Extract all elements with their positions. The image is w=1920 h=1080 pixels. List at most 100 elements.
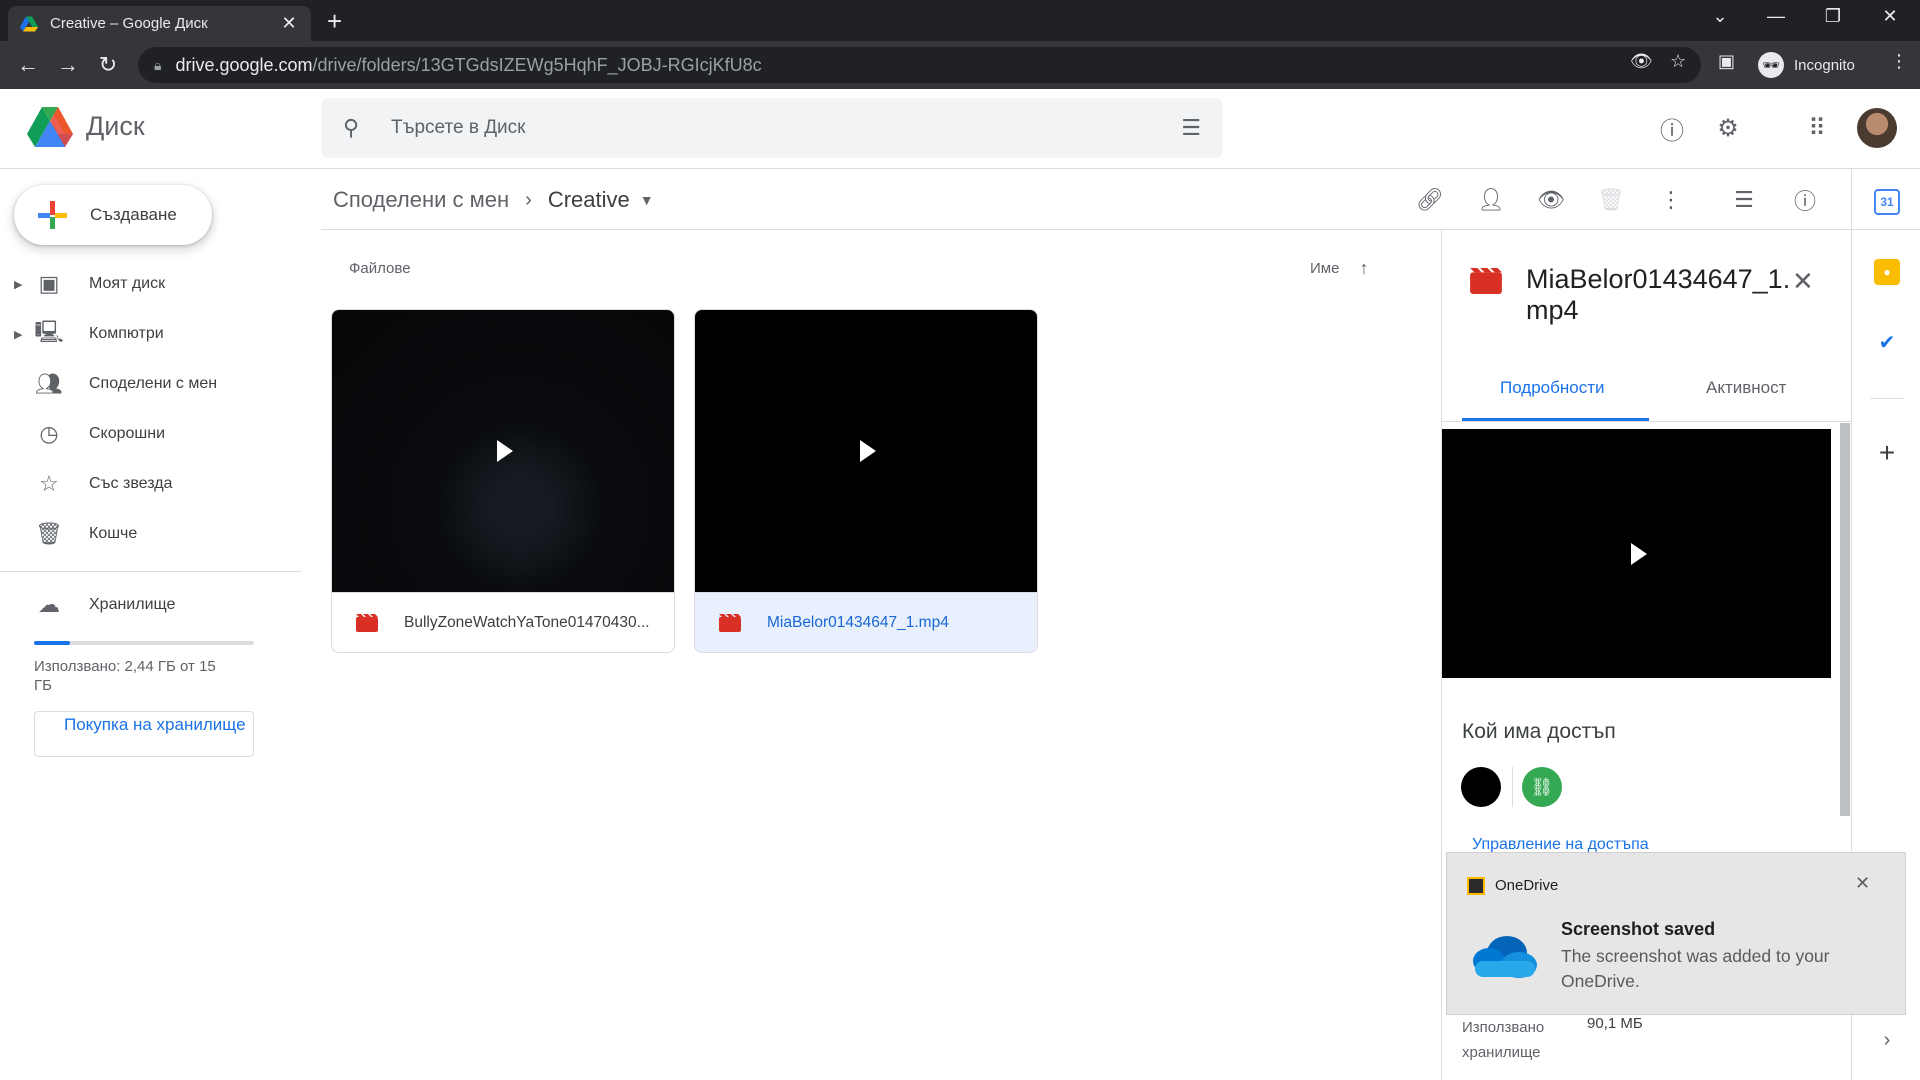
preview-eye-icon[interactable]: 👁︎ bbox=[1534, 183, 1568, 217]
url-path: /drive/folders/13GTGdsIZEWg5HqhF_JOBJ-RG… bbox=[312, 54, 762, 75]
owner-avatar[interactable] bbox=[1461, 767, 1501, 807]
browser-titlebar: Creative – Google Диск ✕ + ⌄ — ❐ ✕ bbox=[0, 0, 1920, 41]
window-close-button[interactable]: ✕ bbox=[1870, 6, 1910, 27]
tasks-icon[interactable]: ✔ bbox=[1874, 329, 1900, 355]
apps-grid-icon[interactable]: ⠿ bbox=[1800, 111, 1834, 145]
sidebar-item-label: Хранилище bbox=[89, 596, 176, 613]
sidebar-item-my-drive[interactable]: ▶ ▣ Моят диск bbox=[0, 259, 300, 309]
help-icon[interactable]: ⓘ bbox=[1655, 111, 1689, 145]
details-file-title: MiaBelor01434647_1.mp4 bbox=[1526, 264, 1791, 325]
video-thumbnail[interactable] bbox=[332, 310, 674, 593]
used-storage-label: Използвано хранилище bbox=[1462, 1019, 1545, 1061]
side-panel-icon[interactable]: ▣ bbox=[1718, 51, 1735, 72]
incognito-icon: 🕶︎ bbox=[1758, 52, 1784, 78]
address-bar[interactable]: 🔒︎ drive.google.com/drive/folders/13GTGd… bbox=[138, 47, 1701, 83]
star-icon: ☆ bbox=[39, 471, 59, 496]
incognito-indicator[interactable]: 🕶︎ Incognito bbox=[1758, 48, 1855, 82]
forward-arrow-icon[interactable]: → bbox=[54, 51, 82, 79]
bookmark-star-icon[interactable]: ☆ bbox=[1670, 51, 1686, 72]
app-name: Диск bbox=[86, 111, 145, 141]
drive-header: Диск ⚲ Търсете в Диск ☰ ⓘ ⚙ ⠿ bbox=[0, 89, 1920, 169]
sort-label: Име bbox=[1310, 260, 1340, 277]
notification-close-icon[interactable]: ✕ bbox=[1855, 873, 1870, 894]
minimize-button[interactable]: — bbox=[1756, 6, 1796, 27]
chevron-right-icon: › bbox=[525, 188, 532, 211]
link-sharing-icon[interactable]: ⛓︎ bbox=[1522, 767, 1562, 807]
browser-tab[interactable]: Creative – Google Диск ✕ bbox=[8, 6, 311, 41]
details-scrollbar[interactable] bbox=[1840, 423, 1850, 816]
calendar-day: 31 bbox=[1880, 195, 1894, 209]
notification-title: Screenshot saved bbox=[1561, 919, 1716, 939]
sidebar-item-trash[interactable]: 🗑︎ Кошче bbox=[0, 509, 300, 559]
play-icon bbox=[860, 440, 876, 462]
tracking-protection-icon[interactable]: 👁︎ bbox=[1630, 51, 1653, 72]
onedrive-notification[interactable]: OneDrive ✕ Screenshot saved The screensh… bbox=[1446, 852, 1906, 1015]
search-options-icon[interactable]: ☰ bbox=[1181, 115, 1201, 141]
notification-body: The screenshot was added to your OneDriv… bbox=[1561, 946, 1830, 991]
details-video-preview[interactable] bbox=[1442, 429, 1831, 678]
list-view-icon[interactable]: ☰ bbox=[1727, 183, 1761, 217]
cloud-icon: ☁︎ bbox=[38, 592, 60, 617]
avatar[interactable] bbox=[1857, 108, 1897, 148]
restore-button[interactable]: ❐ bbox=[1813, 6, 1853, 27]
share-add-person-icon[interactable]: 👤︎ bbox=[1474, 183, 1508, 217]
back-arrow-icon[interactable]: ← bbox=[14, 51, 42, 79]
sidebar-item-storage[interactable]: ☁︎ Хранилище bbox=[0, 580, 300, 630]
video-thumbnail[interactable] bbox=[695, 310, 1037, 593]
sidebar-item-starred[interactable]: ☆ Със звезда bbox=[0, 459, 300, 509]
folder-menu-dropdown-icon[interactable]: ▼ bbox=[640, 192, 654, 208]
delete-icon[interactable]: 🗑︎ bbox=[1594, 183, 1628, 217]
expand-caret-icon[interactable]: ▶ bbox=[14, 328, 22, 341]
chevron-right-icon[interactable]: › bbox=[1874, 1029, 1900, 1052]
create-button[interactable]: Създаване bbox=[14, 185, 212, 245]
tab-activity[interactable]: Активност bbox=[1706, 378, 1786, 398]
sort-arrow-up-icon[interactable]: ↑ bbox=[1359, 258, 1368, 279]
shared-icon: 👥︎ bbox=[35, 371, 63, 396]
file-name: MiaBelor01434647_1.mp4 bbox=[767, 614, 949, 631]
tab-title: Creative – Google Диск bbox=[50, 15, 208, 32]
expand-caret-icon[interactable]: ▶ bbox=[14, 278, 22, 291]
sidebar-item-recent[interactable]: ◷ Скорошни bbox=[0, 409, 300, 459]
tab-details[interactable]: Подробности bbox=[1500, 378, 1605, 398]
onedrive-app-icon bbox=[1467, 877, 1485, 895]
files-section-label: Файлове bbox=[349, 260, 411, 277]
close-icon[interactable]: ✕ bbox=[1792, 266, 1814, 297]
buy-storage-button[interactable]: Покупка на хранилище bbox=[34, 711, 254, 757]
sidebar-item-label: Със звезда bbox=[89, 475, 173, 492]
sidebar-item-label: Споделени с мен bbox=[89, 375, 218, 392]
more-actions-icon[interactable]: ⋮ bbox=[1654, 183, 1688, 217]
details-info-icon[interactable]: ⓘ bbox=[1788, 183, 1822, 217]
file-name: BullyZoneWatchYaTone01470430... bbox=[404, 614, 650, 631]
lock-icon: 🔒︎ bbox=[154, 56, 162, 73]
tab-close-icon[interactable]: ✕ bbox=[279, 13, 299, 34]
video-file-icon bbox=[356, 614, 378, 632]
breadcrumb-current[interactable]: Creative bbox=[548, 187, 630, 213]
breadcrumb-parent[interactable]: Споделени с мен bbox=[333, 187, 509, 213]
browser-toolbar: ← → ↻ 🔒︎ drive.google.com/drive/folders/… bbox=[0, 41, 1920, 89]
add-addon-icon[interactable]: + bbox=[1874, 437, 1900, 469]
url-host: drive.google.com bbox=[175, 54, 313, 75]
sidebar-item-label: Моят диск bbox=[89, 275, 166, 292]
file-card[interactable]: BullyZoneWatchYaTone01470430... bbox=[331, 309, 675, 653]
calendar-icon[interactable]: 31 bbox=[1874, 189, 1900, 215]
play-icon bbox=[1630, 542, 1647, 565]
reload-icon[interactable]: ↻ bbox=[94, 51, 122, 79]
search-bar[interactable]: ⚲ Търсете в Диск ☰ bbox=[321, 98, 1223, 158]
tab-search-icon[interactable]: ⌄ bbox=[1700, 6, 1740, 27]
keep-icon[interactable]: ● bbox=[1874, 259, 1900, 285]
browser-menu-icon[interactable]: ⋮ bbox=[1890, 51, 1908, 72]
settings-gear-icon[interactable]: ⚙ bbox=[1711, 111, 1745, 145]
get-link-icon[interactable]: 🔗︎ bbox=[1413, 183, 1447, 217]
sidebar-item-computers[interactable]: ▶ 🖳︎ Компютри bbox=[0, 309, 300, 359]
create-label: Създаване bbox=[90, 205, 177, 224]
tab-divider bbox=[1442, 421, 1852, 422]
incognito-label: Incognito bbox=[1794, 56, 1855, 74]
sort-control[interactable]: Име ↑ bbox=[1310, 258, 1368, 279]
my-drive-icon: ▣ bbox=[38, 271, 60, 296]
access-section-title: Кой има достъп bbox=[1462, 720, 1616, 743]
new-tab-button[interactable]: + bbox=[327, 8, 342, 34]
search-icon[interactable]: ⚲ bbox=[343, 115, 373, 141]
search-input[interactable]: Търсете в Диск bbox=[391, 117, 1181, 139]
sidebar-item-shared[interactable]: 👥︎ Споделени с мен bbox=[0, 359, 300, 409]
file-card-selected[interactable]: MiaBelor01434647_1.mp4 bbox=[694, 309, 1038, 653]
